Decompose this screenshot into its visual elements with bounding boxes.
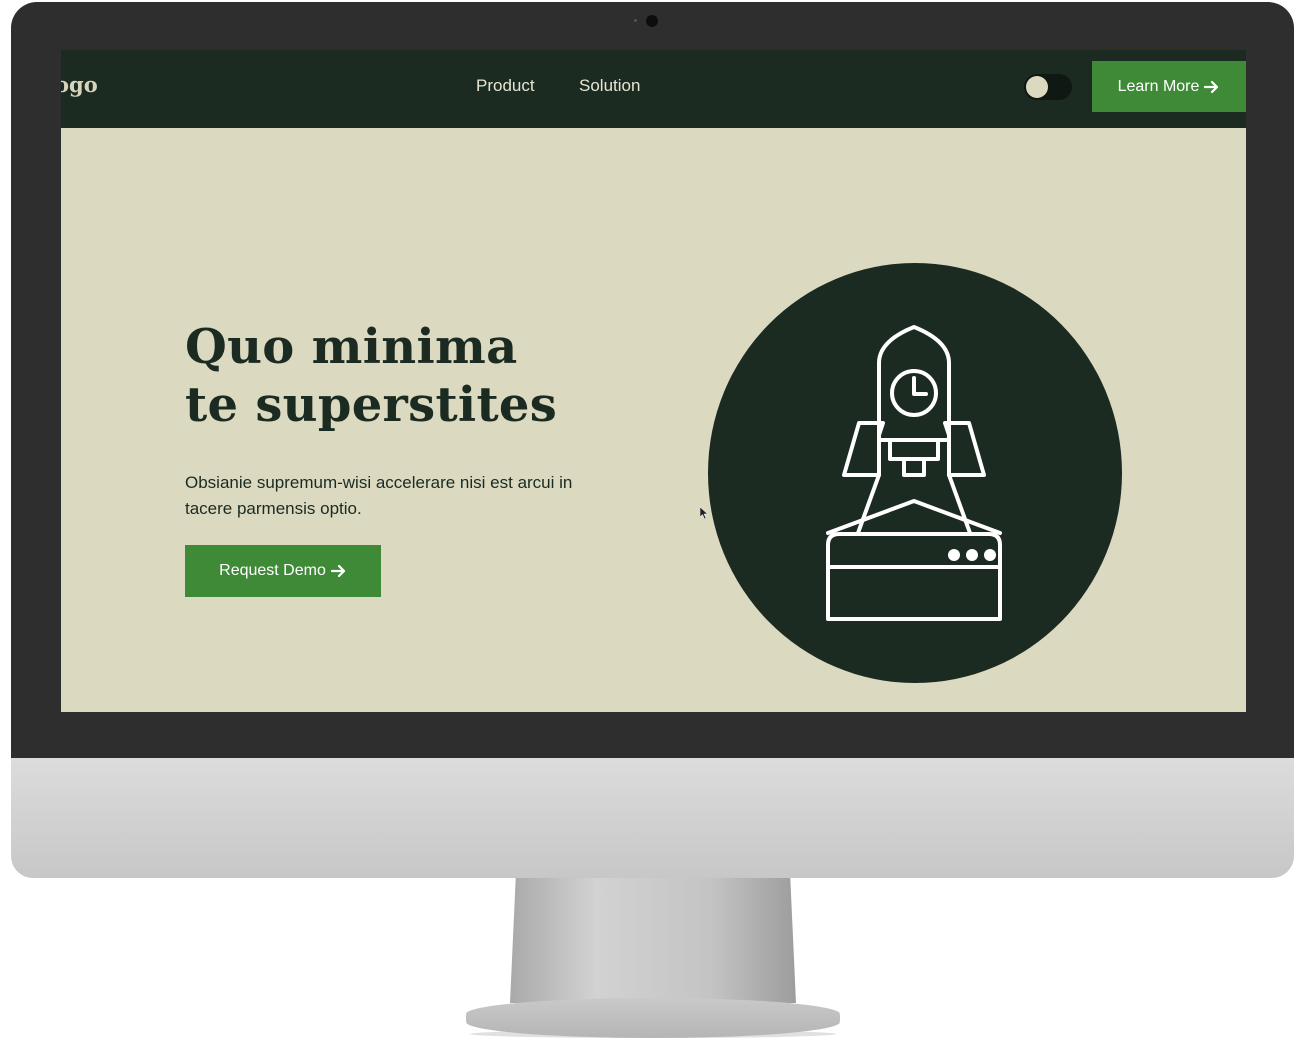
hero-title: Quo minima te superstites bbox=[185, 318, 557, 434]
theme-toggle[interactable] bbox=[1024, 74, 1072, 100]
rocket-launch-icon bbox=[826, 325, 1002, 621]
logo[interactable]: ogo bbox=[61, 72, 98, 97]
hero-title-line-2: te superstites bbox=[185, 377, 558, 433]
camera bbox=[646, 15, 658, 27]
request-demo-label: Request Demo bbox=[219, 562, 326, 579]
hero-subtitle: Obsianie supremum-wisi accelerare nisi e… bbox=[185, 473, 573, 518]
learn-more-label: Learn More bbox=[1117, 77, 1200, 95]
monitor-stand-base bbox=[466, 998, 840, 1038]
nav-link-solution[interactable]: Solution bbox=[579, 76, 640, 96]
learn-more-button[interactable]: Learn More bbox=[1092, 61, 1246, 112]
navbar: ogo Product Solution Learn More bbox=[61, 50, 1246, 128]
request-demo-button[interactable]: Request Demo bbox=[185, 545, 381, 597]
hero-illustration bbox=[708, 263, 1122, 683]
nav-link-product[interactable]: Product bbox=[476, 76, 535, 96]
screen: ogo Product Solution Learn More Quo mini… bbox=[61, 50, 1246, 712]
toggle-knob bbox=[1026, 76, 1048, 98]
monitor-stand bbox=[510, 878, 796, 1003]
camera-sensor bbox=[634, 19, 637, 22]
hero-title-line-1: Quo minima bbox=[185, 319, 518, 375]
arrow-right-icon bbox=[1204, 80, 1219, 93]
arrow-right-icon bbox=[330, 564, 345, 578]
monitor-chin bbox=[11, 758, 1294, 878]
mouse-cursor-icon bbox=[700, 507, 708, 519]
